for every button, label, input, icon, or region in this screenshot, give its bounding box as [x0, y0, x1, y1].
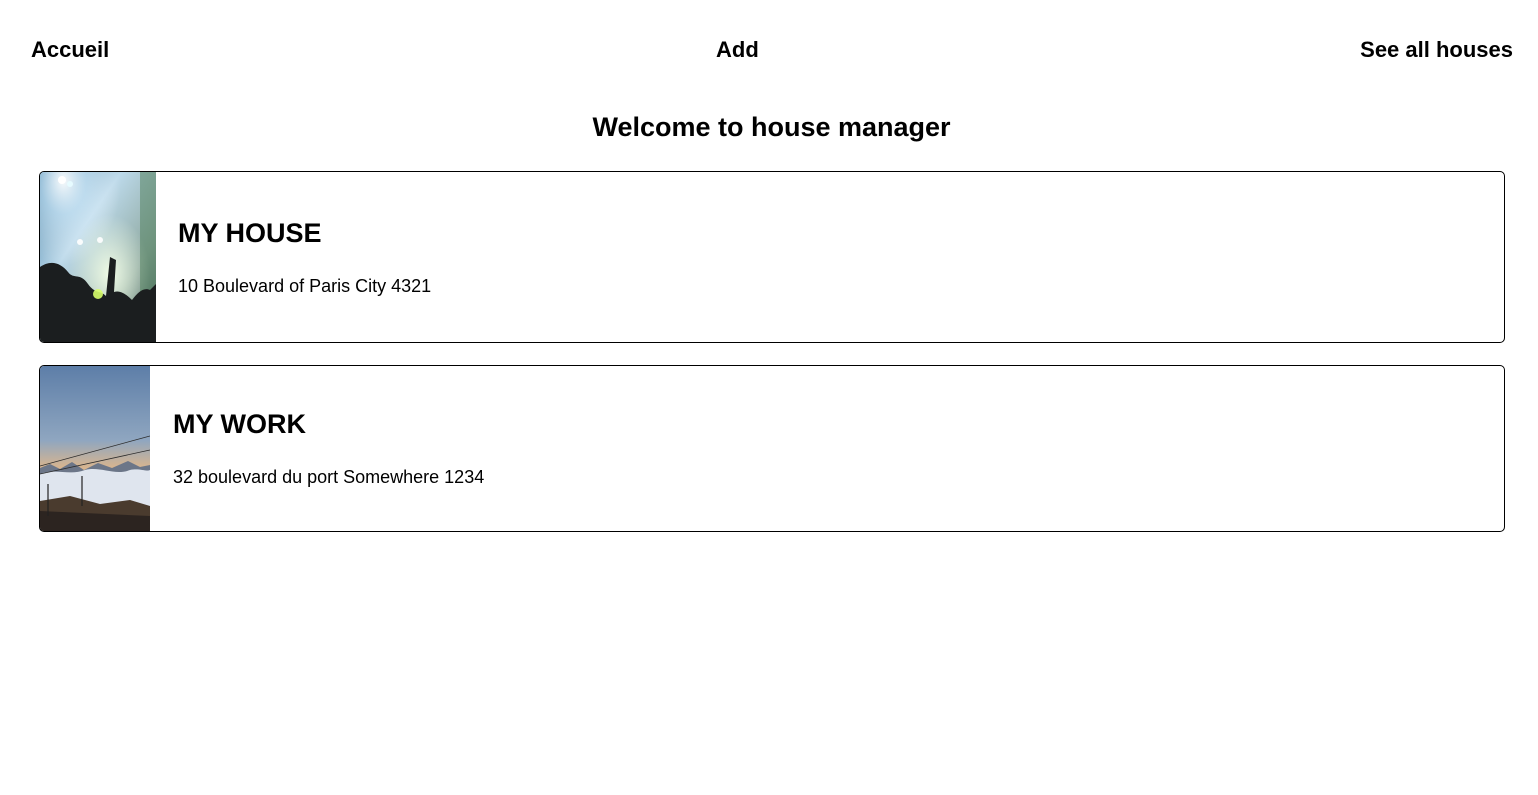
top-nav: Accueil Add See all houses	[0, 34, 1538, 66]
house-card[interactable]: MY HOUSE 10 Boulevard of Paris City 4321	[39, 171, 1505, 343]
house-address: 10 Boulevard of Paris City 4321	[178, 276, 432, 296]
page-title: Welcome to house manager	[592, 112, 951, 142]
nav-link-see-all-houses[interactable]: See all houses	[1360, 34, 1513, 66]
house-card[interactable]: MY WORK 32 boulevard du port Somewhere 1…	[39, 365, 1505, 532]
house-thumbnail-image	[40, 366, 150, 531]
nav-link-add[interactable]: Add	[716, 34, 759, 66]
house-name: MY HOUSE	[178, 218, 322, 248]
house-thumbnail-image	[40, 172, 156, 342]
house-name: MY WORK	[173, 409, 306, 439]
nav-link-accueil[interactable]: Accueil	[31, 34, 109, 66]
house-address: 32 boulevard du port Somewhere 1234	[173, 467, 485, 487]
